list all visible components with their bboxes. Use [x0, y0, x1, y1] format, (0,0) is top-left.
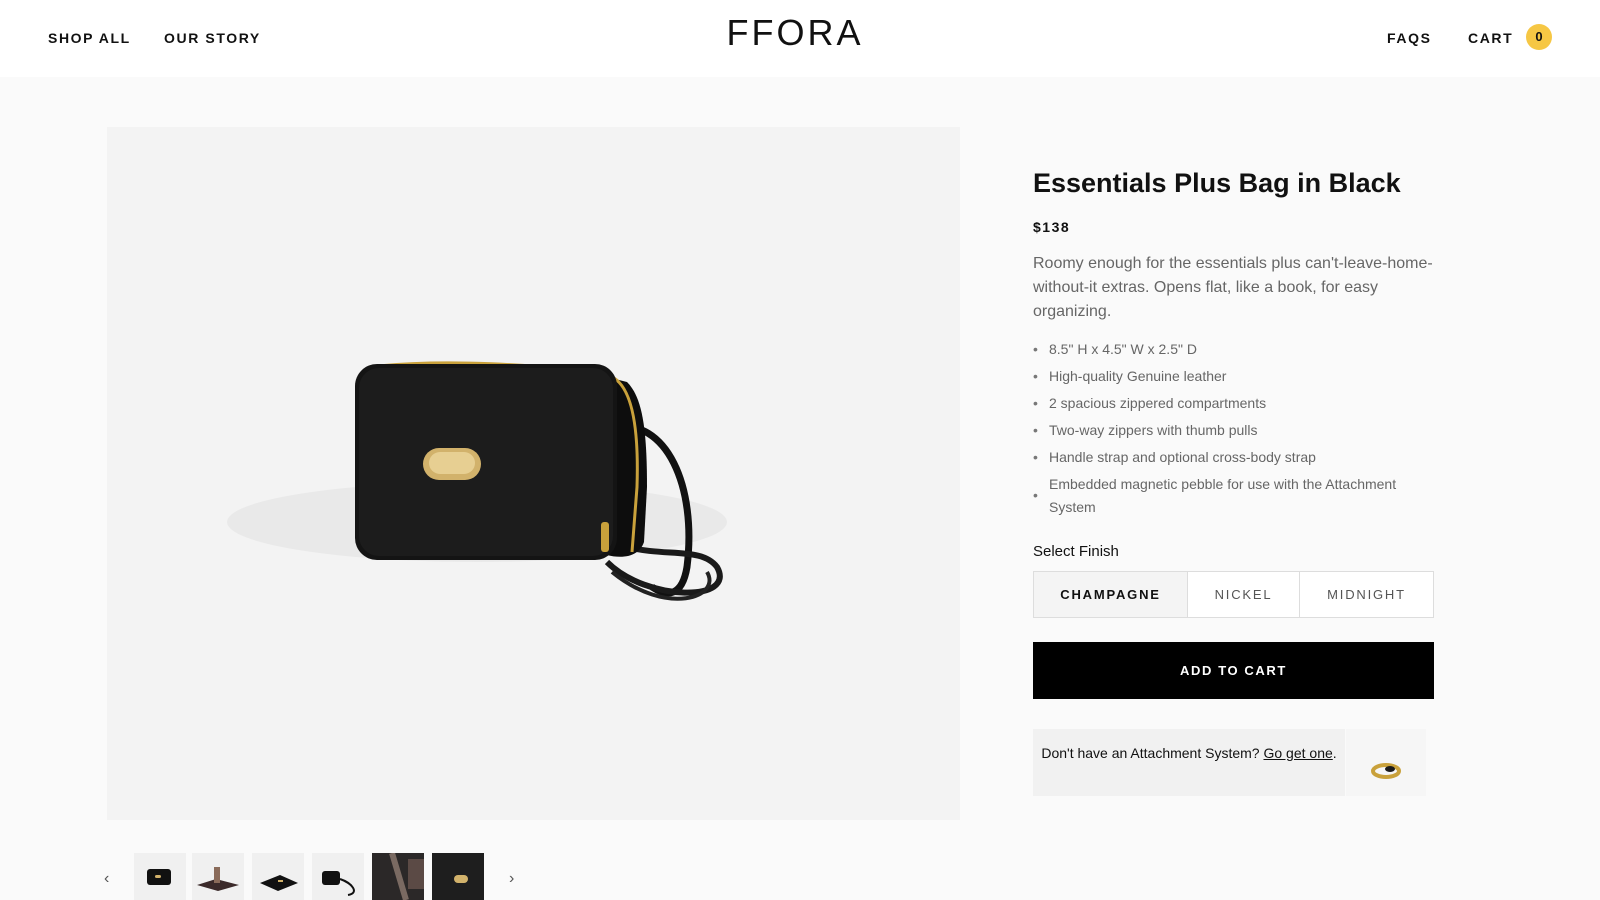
- product-title: Essentials Plus Bag in Black: [1033, 168, 1401, 198]
- thumbnail-bag-open[interactable]: [192, 853, 244, 900]
- finish-selector: CHAMPAGNE NICKEL MIDNIGHT: [1033, 571, 1434, 618]
- nav-our-story[interactable]: OUR STORY: [164, 30, 261, 46]
- nav-shop-all[interactable]: SHOP ALL: [48, 30, 131, 46]
- feature-item: • High-quality Genuine leather: [1033, 365, 1435, 388]
- feature-item: • Embedded magnetic pebble for use with t…: [1033, 476, 1397, 515]
- finish-option-nickel[interactable]: NICKEL: [1188, 572, 1300, 617]
- product-main-image[interactable]: [107, 127, 960, 820]
- bag-image-icon: [227, 361, 727, 601]
- site-header: SHOP ALL OUR STORY FFORA FAQS CART 0: [0, 0, 1600, 77]
- finish-label: Select Finish: [1033, 543, 1119, 560]
- add-to-cart-button[interactable]: ADD TO CART: [1033, 642, 1434, 699]
- cart-count-badge[interactable]: 0: [1526, 24, 1552, 50]
- feature-item: • Two-way zippers with thumb pulls: [1033, 419, 1435, 442]
- promo-ring-image[interactable]: [1346, 729, 1426, 796]
- feature-item: • Handle strap and optional cross-body st…: [1033, 446, 1435, 469]
- bullet-icon: •: [1033, 341, 1038, 357]
- thumbnail-bag-strap[interactable]: [312, 853, 364, 900]
- logo[interactable]: FFORA: [720, 12, 870, 54]
- bag-closeup-thumb-icon: [432, 853, 484, 900]
- bullet-icon: •: [1033, 487, 1038, 503]
- bag-worn-thumb-icon: [372, 853, 424, 900]
- bag-side-thumb-icon: [260, 875, 298, 891]
- product-price: $138: [1033, 219, 1071, 235]
- bullet-icon: •: [1033, 449, 1038, 465]
- promo-link[interactable]: Go get one: [1263, 745, 1332, 761]
- nav-faqs[interactable]: FAQS: [1387, 30, 1432, 46]
- bag-open-thumb-icon: [197, 867, 239, 891]
- bullet-icon: •: [1033, 368, 1038, 384]
- promo-text: Don't have an Attachment System?: [1041, 745, 1260, 761]
- feature-item: • 2 spacious zippered compartments: [1033, 392, 1435, 415]
- bag-strap-thumb-icon: [322, 871, 355, 896]
- thumbnail-prev-button[interactable]: ‹: [104, 870, 109, 888]
- bullet-icon: •: [1033, 422, 1038, 438]
- bag-front-thumb-icon: [147, 869, 171, 885]
- thumbnail-bag-side[interactable]: [252, 853, 304, 900]
- gold-ring-icon: [1371, 763, 1401, 779]
- feature-item: • 8.5" H x 4.5" W x 2.5" D: [1033, 338, 1435, 361]
- finish-option-midnight[interactable]: MIDNIGHT: [1300, 572, 1433, 617]
- attachment-promo: Don't have an Attachment System? Go get …: [1033, 729, 1345, 796]
- thumbnail-bag-closeup[interactable]: [432, 853, 484, 900]
- product-description: Roomy enough for the essentials plus can…: [1033, 255, 1433, 320]
- nav-cart[interactable]: CART: [1468, 30, 1513, 46]
- feature-list: • 8.5" H x 4.5" W x 2.5" D • High-quality …: [1033, 338, 1435, 523]
- thumbnail-bag-front[interactable]: [134, 853, 186, 900]
- thumbnail-next-button[interactable]: ›: [509, 870, 514, 888]
- bullet-icon: •: [1033, 395, 1038, 411]
- thumbnail-bag-worn[interactable]: [372, 853, 424, 900]
- finish-option-champagne[interactable]: CHAMPAGNE: [1034, 572, 1188, 617]
